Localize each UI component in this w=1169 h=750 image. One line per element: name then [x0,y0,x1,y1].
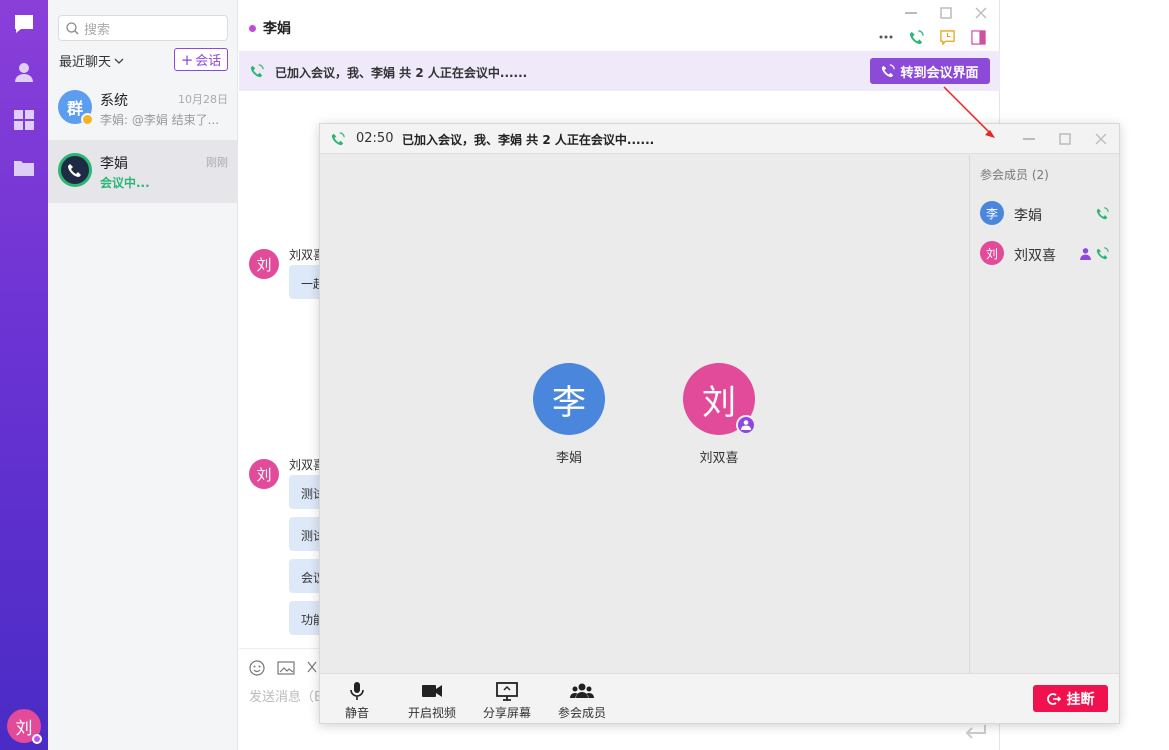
members-title: 参会成员 (2) [980,168,1049,182]
participant-avatar[interactable]: 李 [533,363,605,435]
in-meeting-avatar [58,153,92,187]
mute-button[interactable]: 静音 [322,681,392,721]
phone-icon [250,64,264,78]
message-input[interactable]: 发送消息（E [249,686,322,705]
new-session-label: 会话 [195,54,222,69]
video-stage: 李 李娟 刘 刘双喜 [320,155,968,673]
participant-name: 李娟 [555,451,582,466]
people-icon [570,683,594,698]
meeting-banner: 已加入会议，我、李娟 共 2 人正在会议中...... 转到会议界面 [239,51,1000,91]
more-icon[interactable] [878,29,894,45]
search-icon [66,21,79,34]
call-icon[interactable] [908,29,924,45]
close-icon[interactable] [972,6,990,20]
meeting-banner-text: 已加入会议，我、李娟 共 2 人正在会议中...... [275,66,528,80]
start-video-label: 开启视频 [407,706,456,720]
microphone-icon [350,682,364,700]
notice-icon[interactable] [939,29,955,45]
goto-meeting-button[interactable]: 转到会议界面 [870,58,990,84]
conversation-preview: 会议中... [100,176,150,190]
new-session-button[interactable]: + 会话 [174,48,228,71]
phone-icon [882,64,896,78]
phone-icon [68,164,81,177]
meeting-window: 02:50 已加入会议，我、李娟 共 2 人正在会议中...... 李 李娟 刘… [319,123,1120,724]
start-video-button[interactable]: 开启视频 [397,681,467,721]
sender-avatar[interactable]: 刘 [249,459,279,489]
chat-title: 李娟 [263,21,291,37]
members-button[interactable]: 参会成员 [547,681,617,721]
screen-share-icon [496,682,518,701]
scissors-icon[interactable] [307,660,317,676]
maximize-icon[interactable] [1056,130,1074,148]
call-connected-icon [1096,247,1109,260]
emoji-icon[interactable] [249,660,265,676]
hangup-label: 挂断 [1066,691,1095,708]
member-name: 李娟 [1014,208,1042,224]
chat-header: 李娟 [249,18,291,38]
video-camera-icon [422,685,442,697]
members-panel: 参会成员 (2) 李 李娟 刘 刘双喜 [969,155,1119,673]
search-input[interactable]: 搜索 [58,15,228,41]
minimize-icon[interactable] [1020,130,1038,148]
composer-toolbar [249,660,317,676]
meeting-status-text: 已加入会议，我、李娟 共 2 人正在会议中...... [402,133,655,147]
goto-meeting-label: 转到会议界面 [900,65,979,81]
member-item[interactable]: 李 李娟 [970,195,1120,235]
my-status-dot [32,734,42,744]
phone-icon [331,132,345,146]
conversation-time: 刚刚 [206,156,228,169]
share-screen-button[interactable]: 分享屏幕 [472,681,542,721]
conversation-name: 系统 [100,93,128,109]
send-enter-icon[interactable] [965,724,987,740]
participant-name: 刘双喜 [699,451,739,466]
conversation-name: 李娟 [100,156,128,172]
online-dot [249,24,256,32]
meeting-toolbar: 静音 开启视频 分享屏幕 参会成员 挂断 [320,673,1119,723]
member-avatar: 刘 [980,241,1004,265]
sender-avatar[interactable]: 刘 [249,249,279,279]
conversation-time: 10月28日 [178,93,228,106]
star-badge-icon [81,113,94,126]
call-connected-icon [1096,207,1109,220]
left-rail: 刘 [0,0,48,750]
conversation-item[interactable]: 群 系统 10月28日 李娟: @李娟 结束了... [48,77,238,140]
member-avatar: 李 [980,201,1004,225]
chat-list-panel: 搜索 最近聊天 + 会话 群 系统 10月28日 李娟: @李娟 结束了... … [48,0,238,750]
plus-icon: + [180,50,194,69]
mute-label: 静音 [344,706,369,720]
side-panel-icon[interactable] [970,29,986,45]
share-screen-label: 分享屏幕 [482,706,531,720]
member-name: 刘双喜 [1014,248,1056,264]
maximize-icon[interactable] [937,6,955,20]
apps-nav-icon[interactable] [12,108,36,132]
chat-nav-icon[interactable] [12,12,36,36]
app-window: 刘 搜索 最近聊天 + 会话 群 系统 10月28日 李娟: @李娟 结束了..… [0,0,1169,750]
folder-nav-icon[interactable] [12,156,36,180]
recent-chats-label: 最近聊天 [59,55,112,70]
image-icon[interactable] [277,660,295,676]
meeting-timer: 02:50 [356,131,394,146]
host-icon [1080,248,1091,260]
minimize-icon[interactable] [902,6,920,20]
chevron-down-icon [114,58,124,64]
members-label: 参会成员 [557,706,606,720]
search-placeholder: 搜索 [84,22,111,38]
exit-icon [1046,692,1061,705]
member-item[interactable]: 刘 刘双喜 [970,235,1120,275]
host-icon [736,415,756,435]
conversation-preview: 李娟: @李娟 结束了... [100,113,220,127]
meeting-titlebar[interactable]: 02:50 已加入会议，我、李娟 共 2 人正在会议中...... [320,124,1119,154]
conversation-item-active[interactable]: 李娟 刚刚 会议中... [48,140,238,203]
recent-chats-dropdown[interactable]: 最近聊天 [59,51,124,70]
contacts-nav-icon[interactable] [12,60,36,84]
close-icon[interactable] [1092,130,1110,148]
hangup-button[interactable]: 挂断 [1033,685,1108,712]
